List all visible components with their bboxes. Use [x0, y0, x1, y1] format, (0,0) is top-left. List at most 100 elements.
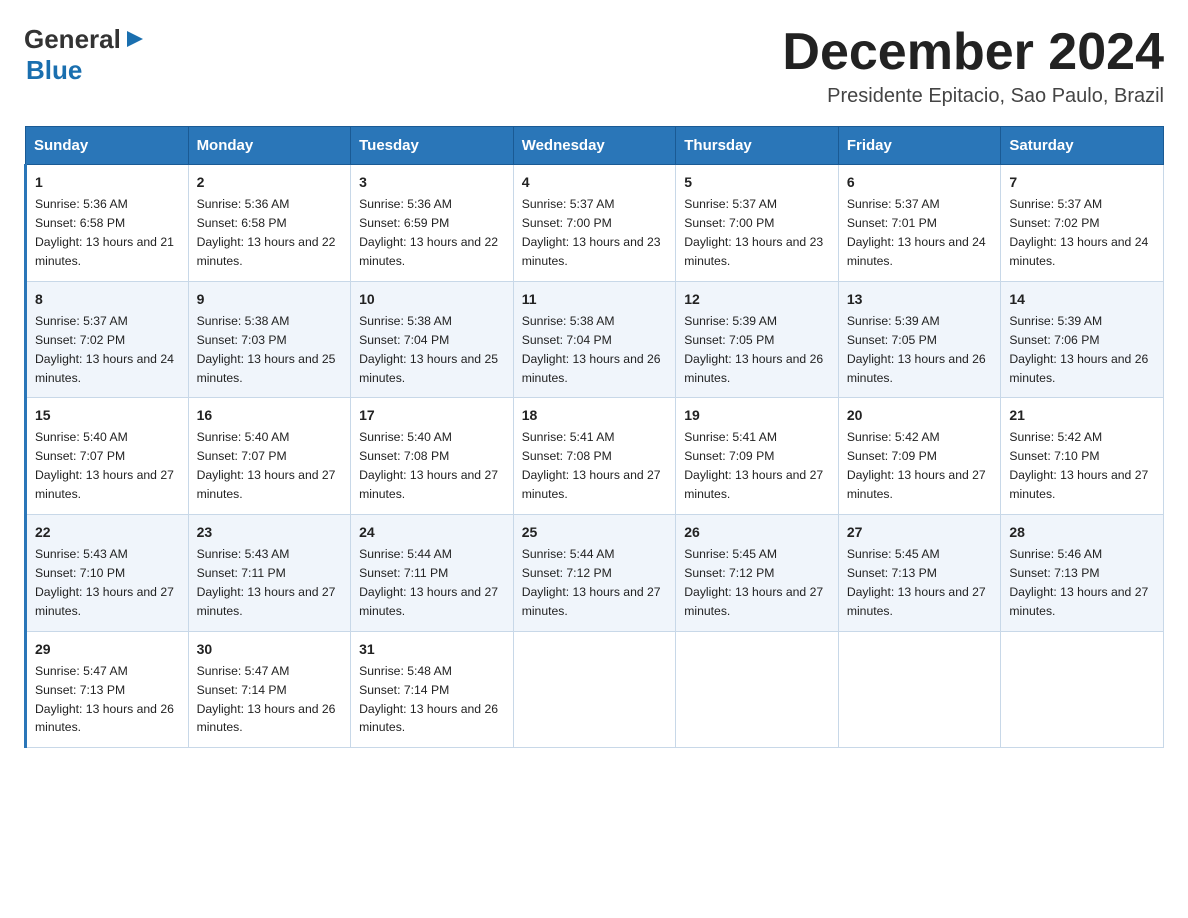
- day-number: 27: [847, 522, 993, 543]
- day-cell: 9 Sunrise: 5:38 AMSunset: 7:03 PMDaylight…: [188, 281, 351, 398]
- day-info: Sunrise: 5:47 AMSunset: 7:13 PMDaylight:…: [35, 664, 174, 735]
- day-info: Sunrise: 5:47 AMSunset: 7:14 PMDaylight:…: [197, 664, 336, 735]
- day-cell: 22Sunrise: 5:43 AMSunset: 7:10 PMDayligh…: [26, 515, 189, 632]
- week-row-3: 15 Sunrise: 5:40 AMSunset: 7:07 PMDayligh…: [26, 398, 1164, 515]
- day-cell: 30 Sunrise: 5:47 AMSunset: 7:14 PMDayligh…: [188, 631, 351, 748]
- day-info: Sunrise: 5:40 AMSunset: 7:08 PMDaylight:…: [359, 430, 498, 501]
- day-info: Sunrise: 5:48 AMSunset: 7:14 PMDaylight:…: [359, 664, 498, 735]
- day-cell: 3 Sunrise: 5:36 AMSunset: 6:59 PMDaylight…: [351, 165, 514, 282]
- day-number: 30: [197, 639, 343, 660]
- day-number: 5: [684, 172, 830, 193]
- day-number: 31: [359, 639, 505, 660]
- day-cell: 16 Sunrise: 5:40 AMSunset: 7:07 PMDayligh…: [188, 398, 351, 515]
- day-number: 22: [35, 522, 180, 543]
- header-friday: Friday: [838, 127, 1001, 165]
- day-cell: 11 Sunrise: 5:38 AMSunset: 7:04 PMDayligh…: [513, 281, 676, 398]
- day-number: 4: [522, 172, 668, 193]
- day-cell: 10Sunrise: 5:38 AMSunset: 7:04 PMDayligh…: [351, 281, 514, 398]
- day-info: Sunrise: 5:40 AMSunset: 7:07 PMDaylight:…: [197, 430, 336, 501]
- day-number: 24: [359, 522, 505, 543]
- day-info: Sunrise: 5:38 AMSunset: 7:04 PMDaylight:…: [522, 314, 661, 385]
- day-cell: 26 Sunrise: 5:45 AMSunset: 7:12 PMDayligh…: [676, 515, 839, 632]
- day-cell: 17 Sunrise: 5:40 AMSunset: 7:08 PMDayligh…: [351, 398, 514, 515]
- day-number: 29: [35, 639, 180, 660]
- day-number: 3: [359, 172, 505, 193]
- day-info: Sunrise: 5:38 AMSunset: 7:04 PMDaylight:…: [359, 314, 498, 385]
- day-info: Sunrise: 5:38 AMSunset: 7:03 PMDaylight:…: [197, 314, 336, 385]
- day-cell: 21 Sunrise: 5:42 AMSunset: 7:10 PMDayligh…: [1001, 398, 1164, 515]
- calendar-table: SundayMondayTuesdayWednesdayThursdayFrid…: [24, 126, 1164, 748]
- day-number: 7: [1009, 172, 1155, 193]
- day-cell: 20Sunrise: 5:42 AMSunset: 7:09 PMDayligh…: [838, 398, 1001, 515]
- day-info: Sunrise: 5:37 AMSunset: 7:02 PMDaylight:…: [35, 314, 174, 385]
- day-number: 12: [684, 289, 830, 310]
- day-info: Sunrise: 5:42 AMSunset: 7:10 PMDaylight:…: [1009, 430, 1148, 501]
- day-number: 9: [197, 289, 343, 310]
- header-tuesday: Tuesday: [351, 127, 514, 165]
- day-cell: [676, 631, 839, 748]
- day-cell: 18Sunrise: 5:41 AMSunset: 7:08 PMDayligh…: [513, 398, 676, 515]
- title-area: December 2024 Presidente Epitacio, Sao P…: [782, 24, 1164, 108]
- day-info: Sunrise: 5:36 AMSunset: 6:59 PMDaylight:…: [359, 197, 498, 268]
- day-cell: 29 Sunrise: 5:47 AMSunset: 7:13 PMDayligh…: [26, 631, 189, 748]
- day-cell: [513, 631, 676, 748]
- day-number: 13: [847, 289, 993, 310]
- day-cell: 4 Sunrise: 5:37 AMSunset: 7:00 PMDaylight…: [513, 165, 676, 282]
- week-row-4: 22Sunrise: 5:43 AMSunset: 7:10 PMDayligh…: [26, 515, 1164, 632]
- day-info: Sunrise: 5:43 AMSunset: 7:11 PMDaylight:…: [197, 547, 336, 618]
- header-sunday: Sunday: [26, 127, 189, 165]
- day-number: 16: [197, 405, 343, 426]
- day-info: Sunrise: 5:45 AMSunset: 7:13 PMDaylight:…: [847, 547, 986, 618]
- day-info: Sunrise: 5:37 AMSunset: 7:01 PMDaylight:…: [847, 197, 986, 268]
- week-row-1: 1 Sunrise: 5:36 AMSunset: 6:58 PMDaylight…: [26, 165, 1164, 282]
- day-number: 21: [1009, 405, 1155, 426]
- logo-flag-icon: [123, 29, 145, 51]
- day-info: Sunrise: 5:37 AMSunset: 7:00 PMDaylight:…: [522, 197, 661, 268]
- day-info: Sunrise: 5:39 AMSunset: 7:05 PMDaylight:…: [847, 314, 986, 385]
- day-number: 18: [522, 405, 668, 426]
- day-cell: 12Sunrise: 5:39 AMSunset: 7:05 PMDayligh…: [676, 281, 839, 398]
- day-info: Sunrise: 5:39 AMSunset: 7:06 PMDaylight:…: [1009, 314, 1148, 385]
- day-info: Sunrise: 5:44 AMSunset: 7:11 PMDaylight:…: [359, 547, 498, 618]
- logo-general-text: General: [24, 24, 121, 55]
- day-cell: [1001, 631, 1164, 748]
- day-number: 1: [35, 172, 180, 193]
- day-number: 8: [35, 289, 180, 310]
- day-number: 6: [847, 172, 993, 193]
- day-cell: 25 Sunrise: 5:44 AMSunset: 7:12 PMDayligh…: [513, 515, 676, 632]
- day-info: Sunrise: 5:44 AMSunset: 7:12 PMDaylight:…: [522, 547, 661, 618]
- day-cell: 2Sunrise: 5:36 AMSunset: 6:58 PMDaylight…: [188, 165, 351, 282]
- month-title: December 2024: [782, 24, 1164, 81]
- day-number: 19: [684, 405, 830, 426]
- day-number: 23: [197, 522, 343, 543]
- day-number: 11: [522, 289, 668, 310]
- day-number: 20: [847, 405, 993, 426]
- week-row-5: 29 Sunrise: 5:47 AMSunset: 7:13 PMDayligh…: [26, 631, 1164, 748]
- header-wednesday: Wednesday: [513, 127, 676, 165]
- day-info: Sunrise: 5:36 AMSunset: 6:58 PMDaylight:…: [35, 197, 174, 268]
- header-saturday: Saturday: [1001, 127, 1164, 165]
- logo-blue-text: Blue: [26, 55, 82, 85]
- day-number: 25: [522, 522, 668, 543]
- location-subtitle: Presidente Epitacio, Sao Paulo, Brazil: [782, 85, 1164, 108]
- day-info: Sunrise: 5:37 AMSunset: 7:00 PMDaylight:…: [684, 197, 823, 268]
- week-row-2: 8 Sunrise: 5:37 AMSunset: 7:02 PMDaylight…: [26, 281, 1164, 398]
- day-info: Sunrise: 5:40 AMSunset: 7:07 PMDaylight:…: [35, 430, 174, 501]
- header-thursday: Thursday: [676, 127, 839, 165]
- day-cell: 23 Sunrise: 5:43 AMSunset: 7:11 PMDayligh…: [188, 515, 351, 632]
- day-cell: 27 Sunrise: 5:45 AMSunset: 7:13 PMDayligh…: [838, 515, 1001, 632]
- day-number: 15: [35, 405, 180, 426]
- day-cell: [838, 631, 1001, 748]
- day-info: Sunrise: 5:41 AMSunset: 7:09 PMDaylight:…: [684, 430, 823, 501]
- day-cell: 8 Sunrise: 5:37 AMSunset: 7:02 PMDaylight…: [26, 281, 189, 398]
- day-cell: 6 Sunrise: 5:37 AMSunset: 7:01 PMDaylight…: [838, 165, 1001, 282]
- day-number: 14: [1009, 289, 1155, 310]
- day-cell: 13 Sunrise: 5:39 AMSunset: 7:05 PMDayligh…: [838, 281, 1001, 398]
- day-number: 28: [1009, 522, 1155, 543]
- day-cell: 5 Sunrise: 5:37 AMSunset: 7:00 PMDaylight…: [676, 165, 839, 282]
- day-info: Sunrise: 5:37 AMSunset: 7:02 PMDaylight:…: [1009, 197, 1148, 268]
- day-info: Sunrise: 5:46 AMSunset: 7:13 PMDaylight:…: [1009, 547, 1148, 618]
- day-number: 17: [359, 405, 505, 426]
- day-info: Sunrise: 5:45 AMSunset: 7:12 PMDaylight:…: [684, 547, 823, 618]
- day-number: 26: [684, 522, 830, 543]
